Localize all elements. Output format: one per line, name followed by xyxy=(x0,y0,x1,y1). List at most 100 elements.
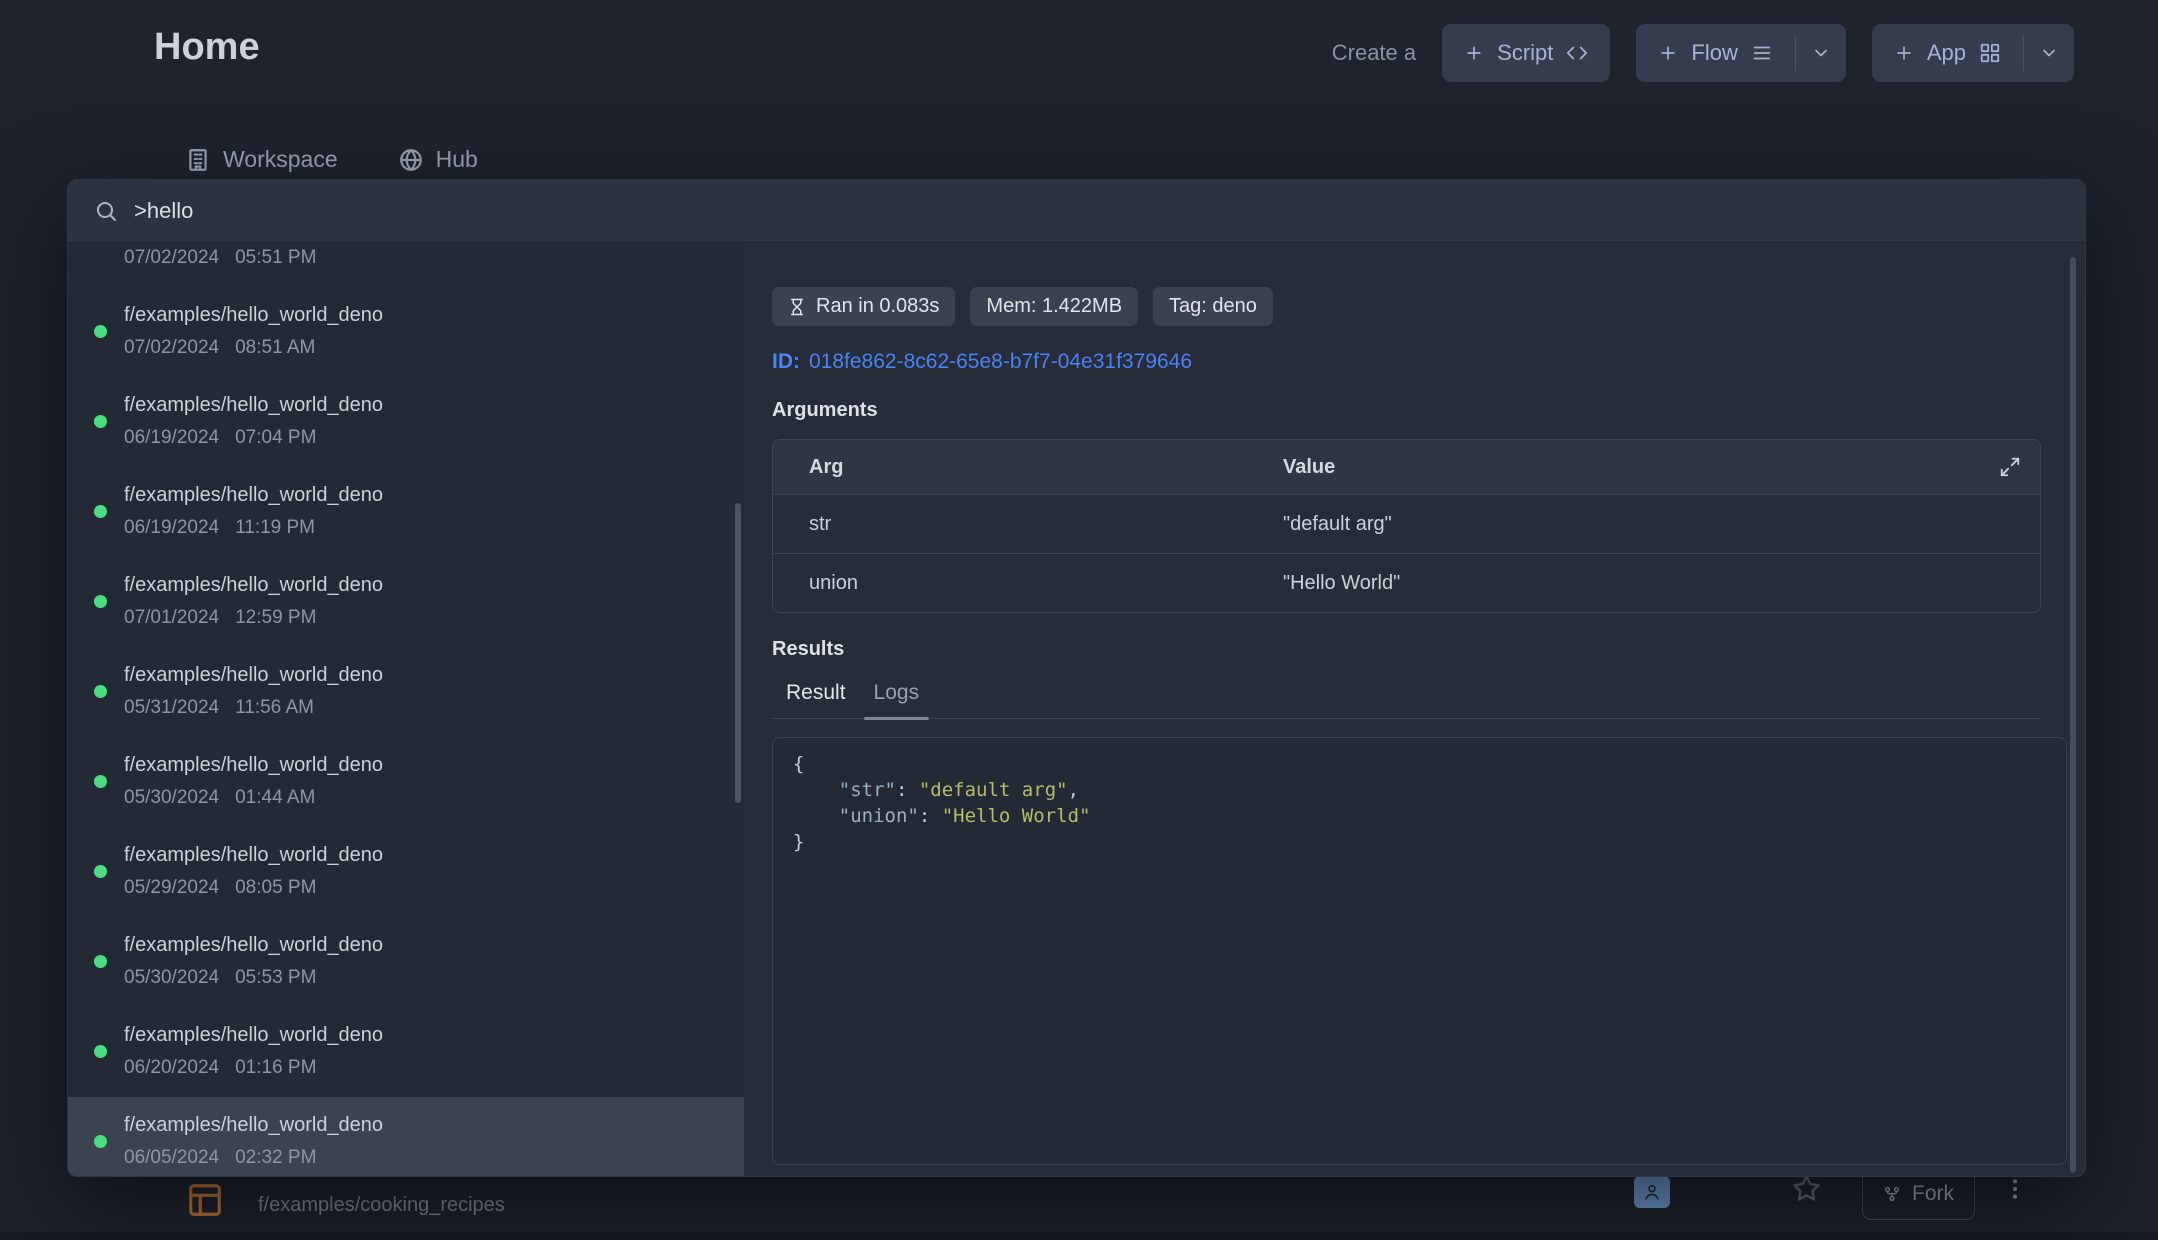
page-title: Home xyxy=(154,26,260,69)
arguments-table-body: str"default arg" union"Hello World" xyxy=(773,494,2040,612)
run-time: 01:16 PM xyxy=(235,1056,316,1080)
run-list-item[interactable]: f/examples/hello_world_deno07/02/202408:… xyxy=(68,287,744,377)
status-dot-icon xyxy=(94,685,107,698)
create-script-label: Script xyxy=(1497,40,1553,66)
run-date: 06/20/2024 xyxy=(124,1056,219,1080)
create-flow-button[interactable]: Flow xyxy=(1636,24,1794,82)
status-dot-icon xyxy=(94,595,107,608)
tag-badge: Tag: deno xyxy=(1153,287,1273,326)
bottom-strip xyxy=(0,1232,2158,1240)
arg-name: union xyxy=(773,572,1247,595)
chevron-down-icon xyxy=(1811,43,1831,63)
run-date: 05/29/2024 xyxy=(124,876,219,900)
table-row: union"Hello World" xyxy=(773,553,2040,612)
table-icon xyxy=(186,1181,224,1219)
run-time: 07:04 PM xyxy=(235,426,316,450)
run-date: 06/19/2024 xyxy=(124,516,219,540)
column-header-arg: Arg xyxy=(773,456,1247,479)
run-time: 11:19 PM xyxy=(235,516,315,540)
run-path: f/examples/hello_world_deno xyxy=(124,483,724,508)
create-app-button[interactable]: App xyxy=(1872,24,2023,82)
grid-icon xyxy=(1979,42,2001,64)
run-date: 06/05/2024 xyxy=(124,1146,219,1170)
fork-icon xyxy=(1883,1185,1901,1203)
run-path: f/examples/hello_world_deno xyxy=(124,393,724,418)
status-dot-icon xyxy=(94,325,107,338)
result-json-viewer: { "str": "default arg", "union": "Hello … xyxy=(772,737,2067,1165)
run-badges: Ran in 0.083s Mem: 1.422MB Tag: deno xyxy=(772,287,2041,326)
run-list-item[interactable]: f/examples/hello_world_deno05/30/202401:… xyxy=(68,737,744,827)
create-a-label: Create a xyxy=(1332,40,1416,66)
run-path: f/examples/hello_world_deno xyxy=(124,753,724,778)
run-date: 06/19/2024 xyxy=(124,426,219,450)
globe-icon xyxy=(398,147,424,173)
runtime-badge: Ran in 0.083s xyxy=(772,287,955,326)
run-list-item[interactable]: f/examples/hello_world_deno07/01/202412:… xyxy=(68,557,744,647)
arg-value: "Hello World" xyxy=(1247,572,2040,595)
run-detail-panel: Ran in 0.083s Mem: 1.422MB Tag: deno ID:… xyxy=(744,243,2085,1176)
create-toolbar: Create a Script Flow App xyxy=(1332,24,2074,82)
create-script-button[interactable]: Script xyxy=(1442,24,1610,82)
plus-icon xyxy=(1658,43,1678,63)
run-meta: 05/31/202411:56 AM xyxy=(124,696,724,720)
arguments-title: Arguments xyxy=(772,399,2041,422)
column-header-value: Value xyxy=(1247,456,2040,479)
run-list-item[interactable]: f/examples/hello_world_deno 05/30/2024 05:… xyxy=(68,917,744,1007)
runs-scrollbar[interactable] xyxy=(735,503,741,803)
flow-dropdown-button[interactable] xyxy=(1796,24,1846,82)
tab-workspace[interactable]: Workspace xyxy=(185,146,338,173)
runtime-badge-label: Ran in 0.083s xyxy=(816,295,939,318)
hourglass-icon xyxy=(788,298,806,316)
create-app-label: App xyxy=(1927,40,1966,66)
run-meta: 07/02/202405:51 PM xyxy=(124,246,724,270)
code-line: } xyxy=(793,829,2046,855)
run-time: 05:53 PM xyxy=(235,966,316,990)
app-badge-icon xyxy=(1634,1176,1670,1208)
run-date: 05/30/2024 xyxy=(124,966,219,990)
run-date: 07/01/2024 xyxy=(124,606,219,630)
building-icon xyxy=(185,147,211,173)
expand-icon xyxy=(1999,456,2021,478)
run-id-value[interactable]: 018fe862-8c62-65e8-b7f7-04e31f379646 xyxy=(809,350,1192,373)
result-tabs: Result Logs xyxy=(772,675,2041,719)
arguments-table-header: Arg Value xyxy=(773,440,2040,494)
result-json: { "str": "default arg", "union": "Hello … xyxy=(793,751,2046,855)
tab-hub[interactable]: Hub xyxy=(398,146,478,173)
tab-hub-label: Hub xyxy=(436,146,478,173)
kebab-menu-icon[interactable] xyxy=(2002,1176,2028,1202)
arg-value: "default arg" xyxy=(1247,513,2040,536)
run-list-item[interactable]: f/examples/hello_world_deno 06/20/2024 01:… xyxy=(68,1007,744,1097)
run-time: 08:51 AM xyxy=(235,336,315,360)
user-icon xyxy=(1642,1182,1662,1202)
run-path: f/examples/hello_world_deno xyxy=(124,933,724,958)
tab-logs[interactable]: Logs xyxy=(860,675,934,718)
run-list-item[interactable]: f/examples/hello_world_deno07/02/202405:… xyxy=(68,243,744,287)
run-date: 05/31/2024 xyxy=(124,696,219,720)
status-dot-icon xyxy=(94,505,107,518)
tab-result[interactable]: Result xyxy=(772,675,860,718)
run-list-item[interactable]: f/examples/hello_world_deno 05/29/202408:… xyxy=(68,827,744,917)
run-meta: 05/29/202408:05 PM xyxy=(124,876,724,900)
run-path: f/examples/hello_world_deno xyxy=(124,1023,724,1048)
arg-name: str xyxy=(773,513,1247,536)
run-list-item[interactable]: f/examples/hello_world_deno 06/19/2024 11:… xyxy=(68,467,744,557)
detail-scrollbar[interactable] xyxy=(2070,257,2076,1173)
search-input[interactable] xyxy=(134,198,2059,224)
run-meta: 06/05/202402:32 PM xyxy=(124,1146,724,1170)
code-line: "union": "Hello World" xyxy=(793,803,2046,829)
status-dot-icon xyxy=(94,865,107,878)
run-time: 05:51 PM xyxy=(235,246,316,270)
runs-list: f/examples/hello_world_deno 07/02/202405:… xyxy=(68,243,744,1176)
star-icon[interactable] xyxy=(1792,1174,1821,1203)
app-dropdown-button[interactable] xyxy=(2024,24,2074,82)
run-meta: 06/20/2024 01:16 PM xyxy=(124,1056,724,1080)
run-list-item[interactable]: f/examples/hello_world_deno05/31/202411:… xyxy=(68,647,744,737)
run-meta: 07/01/202412:59 PM xyxy=(124,606,724,630)
workspace-hub-tabs: Workspace Hub xyxy=(185,146,478,173)
expand-table-button[interactable] xyxy=(1996,454,2024,482)
run-path: f/examples/hello_world_deno xyxy=(124,843,724,868)
run-list-item[interactable]: f/examples/hello_world_deno 06/19/2024 07:… xyxy=(68,377,744,467)
arguments-table: Arg Value str"default arg" union"Hello Wo… xyxy=(772,439,2041,613)
create-flow-split-button: Flow xyxy=(1636,24,1845,82)
run-list-item[interactable]: f/examples/hello_world_deno06/05/202402:… xyxy=(68,1097,744,1176)
